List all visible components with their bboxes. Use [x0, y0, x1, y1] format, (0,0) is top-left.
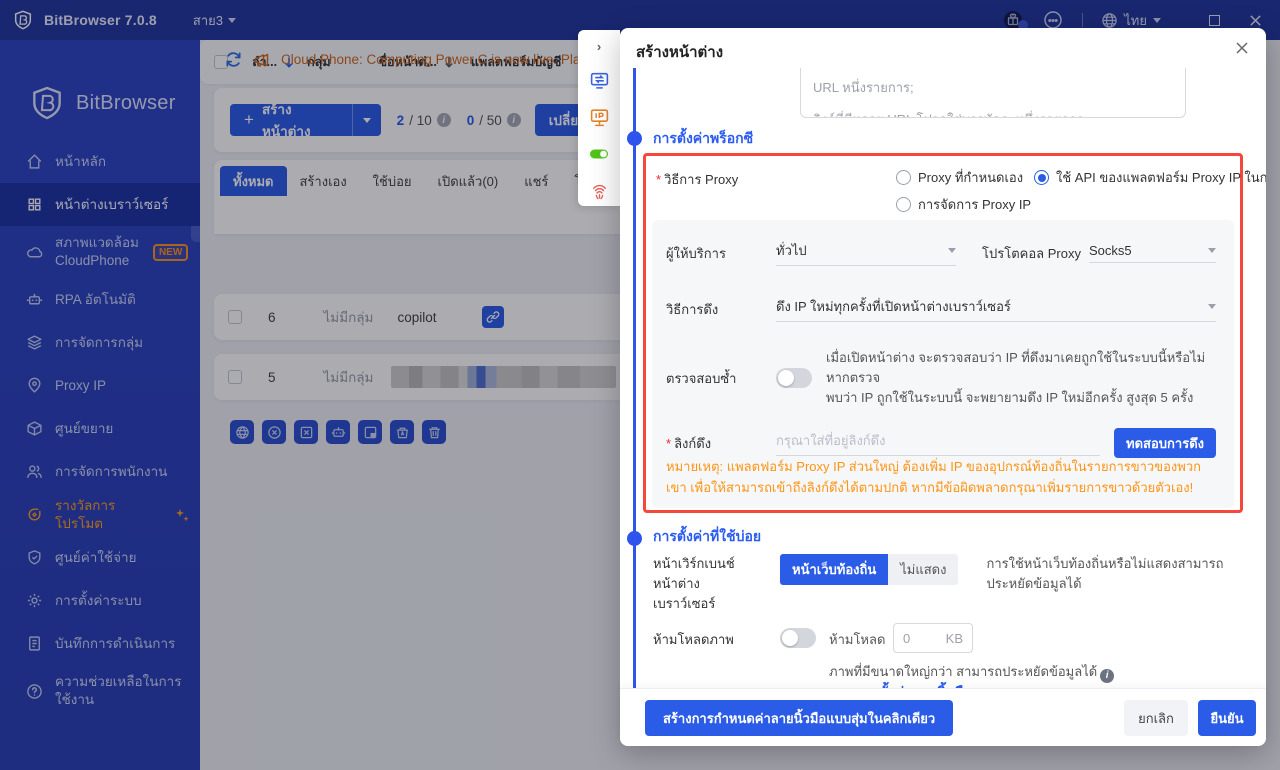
proxy-note: หมายเหตุ: แพลตฟอร์ม Proxy IP ส่วนใหญ่ ต้…: [666, 459, 1201, 496]
proxy-method-label: * วิธีการ Proxy: [656, 172, 739, 187]
chevron-down-icon: [948, 248, 956, 253]
radio-icon: [1034, 170, 1049, 185]
modal-content: URL หนึ่งรายการ; ลิงก์ที่มีหลาย URL โปรด…: [620, 68, 1266, 688]
url-placeholder-line2: ลิงก์ที่มีหลาย URL โปรดใส่บรรทัดละหนึ่งร…: [813, 109, 1177, 117]
confirm-button[interactable]: ยืนยัน: [1198, 700, 1256, 736]
close-icon[interactable]: [1234, 40, 1250, 56]
proxy-highlight-box: * วิธีการ Proxy Proxy ที่กำหนดเอง ใช้ API…: [643, 153, 1266, 513]
proxy-section-heading: การตั้งค่าพร็อกซี: [653, 130, 754, 146]
workbench-row: หน้าเวิร์กเบนช์หน้าต่าง เบราว์เซอร์ หน้าเ…: [653, 554, 1246, 614]
extract-link-row: * ลิงก์ดึง กรุณาใส่ที่อยู่ลิงก์ดึง ทดสอบก…: [666, 428, 1216, 459]
radio-icon: [896, 197, 911, 212]
modal-footer: สร้างการกำหนดค่าลายนิ้วมือแบบสุ่มในคลิกเ…: [620, 688, 1266, 746]
test-extract-button[interactable]: ทดสอบการดึง: [1114, 428, 1216, 459]
create-window-modal: สร้างหน้าต่าง URL หนึ่งรายการ; ลิงก์ที่ม…: [620, 28, 1266, 746]
common-section-heading: การตั้งค่าที่ใช้บ่อย: [653, 528, 762, 544]
extract-method-select[interactable]: ดึง IP ใหม่ทุกครั้งที่เปิดหน้าต่างเบราว์…: [776, 296, 1216, 322]
modal-header: สร้างหน้าต่าง: [620, 28, 1266, 68]
size-value: 0: [903, 630, 911, 646]
recheck-toggle[interactable]: [776, 368, 812, 389]
radio-icon: [896, 170, 911, 185]
random-fingerprint-button[interactable]: สร้างการกำหนดค่าลายนิ้วมือแบบสุ่มในคลิกเ…: [645, 700, 954, 736]
toggle-status-icon[interactable]: [588, 143, 610, 165]
chevron-down-icon: [1208, 248, 1216, 253]
chevron-down-icon: [1208, 304, 1216, 309]
timeline-dot-proxy: [627, 131, 642, 146]
extract-method-row: วิธีการดึง ดึง IP ใหม่ทุกครั้งที่เปิดหน้…: [666, 296, 1216, 322]
size-unit: KB: [945, 630, 963, 646]
radio-api-extract[interactable]: ใช้ API ของแพลตฟอร์ม Proxy IP ในการดึงลิ…: [1034, 167, 1266, 188]
section-timeline: [633, 68, 636, 688]
modal-title: สร้างหน้าต่าง: [636, 44, 724, 61]
url-placeholder-line1: URL หนึ่งรายการ;: [813, 80, 914, 95]
fingerprint-icon[interactable]: [588, 180, 610, 202]
segment-local-page[interactable]: หน้าเว็บท้องถิ่น: [780, 554, 889, 585]
provider-select[interactable]: ทั่วไป: [776, 240, 956, 266]
collapse-rail-icon[interactable]: ›: [597, 39, 601, 54]
proxy-ip-icon[interactable]: [588, 106, 610, 128]
bitbrowser-app: BitBrowser 7.0.8 สาย3 ไทย BitBrowser หน้…: [0, 0, 1280, 770]
image-size-input[interactable]: 0 KB: [893, 623, 973, 653]
startup-url-textarea[interactable]: URL หนึ่งรายการ; ลิงก์ที่มีหลาย URL โปรด…: [800, 68, 1186, 118]
info-icon[interactable]: i: [1100, 668, 1115, 683]
window-sync-icon[interactable]: [588, 69, 610, 91]
protocol-select[interactable]: Socks5: [1088, 243, 1216, 263]
workbench-segmented: หน้าเว็บท้องถิ่น ไม่แสดง: [780, 554, 959, 614]
provider-row: ผู้ให้บริการ ทั่วไป โปรโตคอล Proxy Socks…: [666, 240, 1216, 266]
radio-proxy-ip-manage[interactable]: การจัดการ Proxy IP: [896, 194, 1031, 215]
timeline-dot-common: [627, 531, 642, 546]
recheck-row: ตรวจสอบซ้ำ เมื่อเปิดหน้าต่าง จะตรวจสอบว่…: [666, 350, 1206, 406]
radio-custom-proxy[interactable]: Proxy ที่กำหนดเอง: [896, 167, 1023, 188]
segment-hide[interactable]: ไม่แสดง: [888, 554, 959, 585]
extract-link-input[interactable]: กรุณาใส่ที่อยู่ลิงก์ดึง: [776, 430, 1101, 457]
cancel-button[interactable]: ยกเลิก: [1124, 700, 1188, 736]
modal-quick-rail: ›: [578, 30, 620, 206]
no-image-toggle[interactable]: [780, 628, 816, 648]
proxy-api-panel: ผู้ให้บริการ ทั่วไป โปรโตคอล Proxy Socks…: [652, 220, 1234, 508]
